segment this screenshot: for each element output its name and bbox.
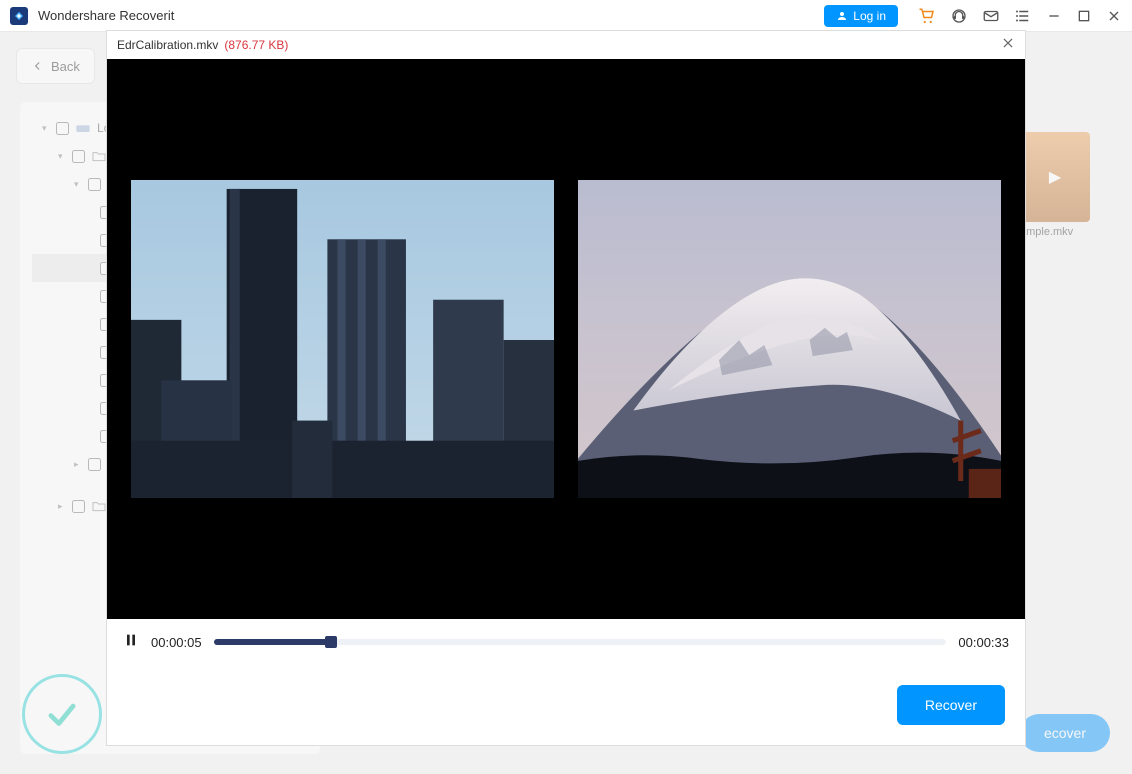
modal-filename: EdrCalibration.mkv	[117, 38, 218, 52]
support-icon[interactable]	[950, 7, 968, 25]
total-time: 00:00:33	[958, 635, 1009, 650]
login-button[interactable]: Log in	[824, 5, 898, 27]
modal-close-button[interactable]	[1001, 36, 1015, 55]
app-logo	[10, 7, 28, 25]
menu-list-icon[interactable]	[1014, 7, 1032, 25]
close-window-icon[interactable]	[1106, 8, 1122, 24]
modal-footer: Recover	[107, 665, 1025, 745]
app-title: Wondershare Recoverit	[38, 8, 814, 23]
cart-icon[interactable]	[918, 7, 936, 25]
modal-header: EdrCalibration.mkv (876.77 KB)	[107, 31, 1025, 59]
user-icon	[836, 10, 848, 22]
video-frame-left	[131, 180, 554, 498]
current-time: 00:00:05	[151, 635, 202, 650]
video-frame-right	[578, 180, 1001, 498]
titlebar-actions	[918, 7, 1122, 25]
titlebar: Wondershare Recoverit Log in	[0, 0, 1132, 32]
recover-button[interactable]: Recover	[897, 685, 1005, 725]
mail-icon[interactable]	[982, 7, 1000, 25]
pause-button[interactable]	[123, 632, 139, 653]
maximize-icon[interactable]	[1076, 8, 1092, 24]
progress-fill	[214, 639, 331, 645]
player-bar: 00:00:05 00:00:33	[107, 619, 1025, 665]
close-icon	[1001, 36, 1015, 50]
minimize-icon[interactable]	[1046, 8, 1062, 24]
pause-icon	[123, 632, 139, 648]
video-preview-area	[107, 59, 1025, 619]
login-label: Log in	[853, 9, 886, 23]
preview-modal: EdrCalibration.mkv (876.77 KB)	[106, 30, 1026, 746]
progress-bar[interactable]	[214, 639, 947, 645]
modal-filesize: (876.77 KB)	[224, 38, 288, 52]
progress-handle[interactable]	[325, 636, 337, 648]
